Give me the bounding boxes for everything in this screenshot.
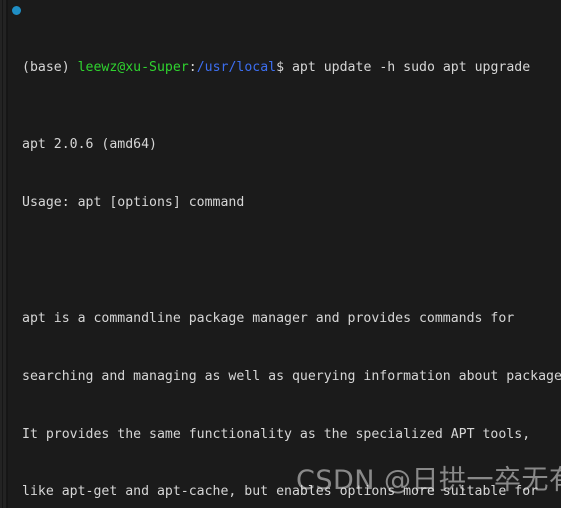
output-line: searching and managing as well as queryi…	[22, 368, 561, 384]
output-line: like apt-get and apt-cache, but enables …	[22, 484, 539, 500]
prompt-command-text: apt update -h sudo apt upgrade	[291, 59, 531, 75]
prompt-line: (base) leewz@xu-Super:/usr/local$ apt up…	[22, 58, 561, 77]
gutter-rule-outer	[6, 0, 7, 508]
prompt-sigil: $	[276, 59, 292, 75]
prompt-conda-env: (base)	[22, 59, 78, 75]
prompt-working-directory: /usr/local	[196, 59, 277, 75]
output-line-blank	[22, 251, 561, 270]
terminal-left-gutter	[0, 0, 8, 508]
prompt-user-host: leewz@xu-Super	[77, 59, 189, 75]
output-line: Usage: apt [options] command	[22, 194, 245, 210]
output-line: apt is a commandline package manager and…	[22, 310, 515, 326]
prompt-status-dot-icon	[12, 6, 21, 15]
gutter-rule-inner	[2, 0, 3, 508]
output-line: apt 2.0.6 (amd64)	[22, 137, 157, 153]
terminal-output-area[interactable]: (base) leewz@xu-Super:/usr/local$ apt up…	[22, 0, 561, 508]
output-line: It provides the same functionality as th…	[22, 426, 531, 442]
terminal-window[interactable]: (base) leewz@xu-Super:/usr/local$ apt up…	[0, 0, 561, 508]
prompt-colon: :	[188, 59, 197, 75]
